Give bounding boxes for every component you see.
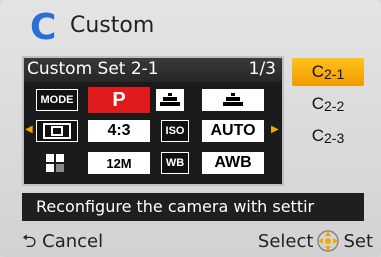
custom-set-c2-1[interactable]: C 2-1 <box>292 58 364 86</box>
custom-c-icon: C <box>30 7 57 48</box>
custom-set-sub: 2-1 <box>324 66 345 82</box>
description-bar: Reconfigure the camera with settir <box>22 193 364 221</box>
iso-tag: ISO <box>161 120 189 142</box>
grid-icon <box>42 152 68 174</box>
custom-set-label: C <box>311 62 325 81</box>
custom-set-label: C <box>311 94 325 113</box>
select-label: Select <box>257 230 314 252</box>
metering-icon <box>156 89 184 111</box>
custom-set-label: C <box>311 126 325 145</box>
metering-multi-icon <box>202 89 264 111</box>
back-arrow-icon: ⮌ <box>22 231 37 252</box>
panel-title: Custom Set 2-1 <box>27 59 159 79</box>
cancel-label: Cancel <box>42 231 104 252</box>
aspect-ratio-value[interactable]: 4:3 <box>88 120 150 142</box>
af-area-icon <box>36 120 78 142</box>
select-set-hint: Select Set <box>258 229 373 253</box>
iso-value[interactable]: AUTO <box>202 120 264 142</box>
custom-set-sub: 2-3 <box>324 130 345 146</box>
custom-set-c2-2[interactable]: C 2-2 <box>292 90 364 118</box>
mode-value[interactable]: P <box>88 87 150 113</box>
mode-tag: MODE <box>36 89 78 111</box>
header: C Custom <box>0 8 381 48</box>
wb-tag: WB <box>161 152 189 174</box>
right-arrow-icon[interactable]: ▶ <box>271 124 279 135</box>
left-arrow-icon[interactable]: ◀ <box>25 124 33 135</box>
camera-menu-screen: C Custom Custom Set 2-1 1/3 MODE P ◀ 4:3… <box>0 0 381 257</box>
custom-set-sub: 2-2 <box>324 98 345 114</box>
page-title: Custom <box>70 13 155 38</box>
dpad-icon <box>316 229 340 253</box>
page-indicator: 1/3 <box>248 59 276 79</box>
custom-set-c2-3[interactable]: C 2-3 <box>292 122 364 150</box>
settings-panel: Custom Set 2-1 1/3 MODE P ◀ 4:3 ISO AUTO… <box>22 56 284 186</box>
image-size-value[interactable]: 12M <box>88 152 150 174</box>
set-label: Set <box>343 230 373 252</box>
white-balance-value[interactable]: AWB <box>202 152 264 174</box>
footer: ⮌ Cancel Select Set <box>0 228 381 254</box>
panel-header: Custom Set 2-1 1/3 <box>24 58 282 82</box>
cancel-button[interactable]: ⮌ Cancel <box>22 229 103 257</box>
